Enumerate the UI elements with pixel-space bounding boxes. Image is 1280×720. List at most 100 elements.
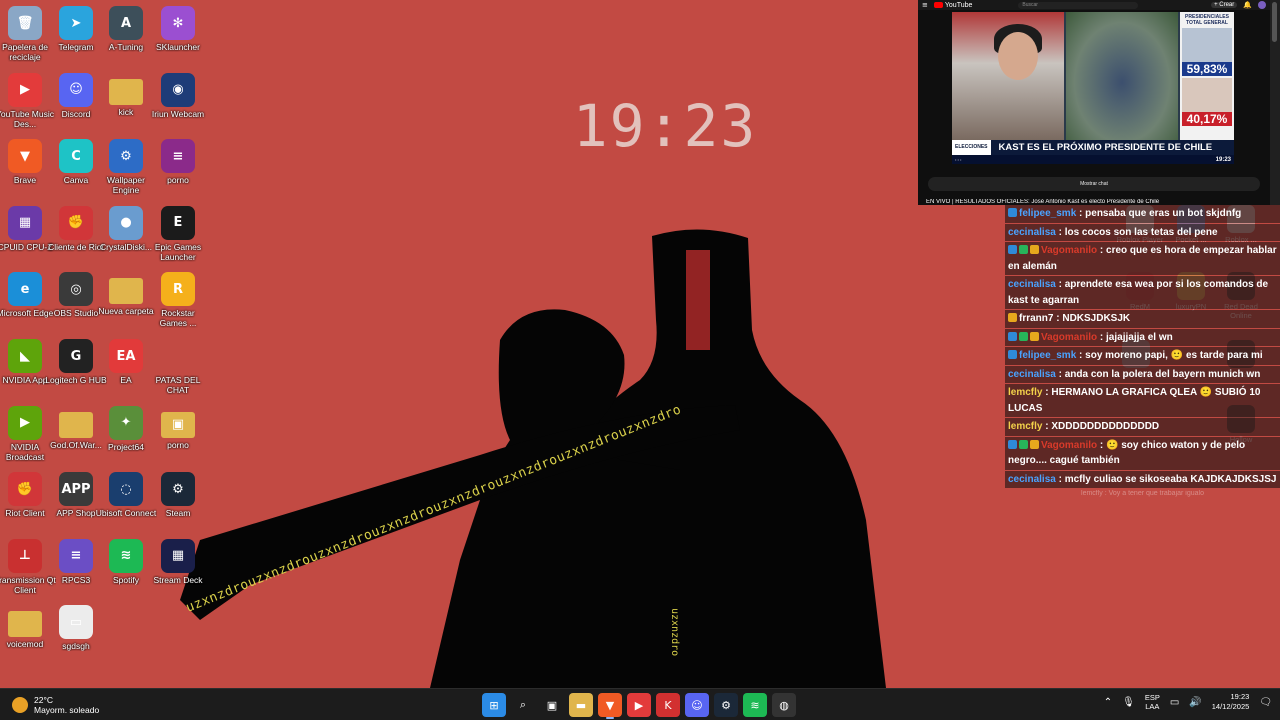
taskbar-date: 14/12/2025 — [1211, 702, 1250, 711]
desktop-icon[interactable]: PATAS DEL CHAT — [147, 337, 209, 401]
chat-text: XDDDDDDDDDDDDDD — [1051, 421, 1160, 432]
youtube-logo[interactable]: YouTube — [933, 2, 972, 9]
taskbar: 22°C Mayorm. soleado ⊞ ⌕ ▣ ▬ ▼ ▶ K ☺ ⚙ ≋ ◍ ⌃ 🎙 ESP L… — [0, 688, 1280, 720]
desktop-icon-label: Rockstar Games ... — [159, 308, 197, 329]
desktop-icon[interactable]: ⚙ Steam — [147, 470, 209, 534]
windows-start-icon[interactable]: ⊞ — [482, 693, 506, 717]
taskbar-apps: ⊞ ⌕ ▣ ▬ ▼ ▶ K ☺ ⚙ ≋ ◍ — [482, 693, 796, 719]
language-indicator[interactable]: ESP LAA — [1145, 693, 1160, 711]
chat-username: felipee_smk — [1019, 350, 1077, 361]
transmission-icon: ⊥ — [8, 538, 42, 573]
scrollbar-thumb[interactable] — [1272, 2, 1277, 42]
volume-icon[interactable]: 🔊 — [1189, 697, 1201, 708]
chat-text: soy moreno papi, 🙂 es tarde para mi — [1085, 350, 1263, 361]
blue-badge-icon — [1008, 245, 1017, 254]
search-icon[interactable]: ⌕ — [511, 693, 535, 717]
youtube-music-icon[interactable]: ▶ — [627, 693, 651, 717]
microphone-icon[interactable]: 🎙 — [1122, 697, 1135, 708]
project64-icon: ✦ — [109, 405, 143, 440]
telegram-icon: ➤ — [59, 6, 93, 40]
riot-client-icon: ✊ — [59, 205, 93, 240]
desktop-icon[interactable]: ▦ Stream Deck — [147, 537, 209, 601]
desktop-icon-label: Iriun Webcam — [151, 108, 205, 119]
chat-message: frrann7 : NDKSJDKSJK — [1005, 310, 1280, 328]
desktop-icon-label: Stream Deck — [153, 574, 203, 585]
spotify-icon: ≋ — [109, 538, 143, 573]
create-button[interactable]: + Crear — [1211, 2, 1238, 8]
blank-file-icon — [161, 339, 195, 373]
chat-message: Vagomanilo : 🙂 soy chico waton y de pelo… — [1005, 436, 1280, 470]
image-file-icon: ▭ — [59, 605, 93, 640]
stream-window[interactable]: ≡ YouTube Buscar + Crear 🔔 PRESIDENCIALE… — [918, 0, 1270, 205]
blue-badge-icon — [1008, 331, 1017, 341]
chat-separator: : — [1053, 313, 1063, 324]
video-player[interactable]: PRESIDENCIALES TOTAL GENERAL 59,83% 40,1… — [952, 12, 1234, 164]
desktop-icon-label: Epic Games Launcher — [154, 241, 202, 262]
folder-icon — [109, 278, 143, 305]
folder-icon — [59, 411, 93, 438]
ticker-dots: • • • — [955, 157, 962, 162]
desktop-icon[interactable]: ▣ porno — [147, 404, 209, 468]
file-explorer-icon[interactable]: ▬ — [569, 693, 593, 717]
stream-deck-icon: ▦ — [161, 538, 195, 573]
gold-badge-icon — [1008, 313, 1017, 322]
steam-icon[interactable]: ⚙ — [714, 693, 738, 717]
chat-separator: : — [1055, 368, 1065, 380]
network-icon[interactable]: ▭ — [1170, 697, 1179, 708]
green-badge-icon — [1019, 245, 1028, 254]
spotify-icon[interactable]: ≋ — [743, 693, 767, 717]
chat-message: felipee_smk : soy moreno papi, 🙂 es tard… — [1005, 347, 1280, 365]
task-view-icon[interactable]: ▣ — [540, 693, 564, 717]
rockstar-icon: R — [161, 272, 195, 307]
cpu-z-icon: ▦ — [8, 205, 42, 240]
desktop-icon-label: porno — [167, 175, 189, 186]
chat-username: felipee_smk — [1019, 208, 1077, 219]
clock-date[interactable]: 19:23 14/12/2025 — [1212, 692, 1250, 712]
logitech-icon: G — [59, 339, 93, 373]
chat-separator: : — [1097, 331, 1107, 343]
chrome-app-icon[interactable]: ◍ — [772, 693, 796, 717]
menu-icon[interactable]: ≡ — [922, 1, 928, 9]
discord-icon: ☺ — [59, 72, 93, 107]
chat-text: jajajjajja el wn — [1106, 331, 1173, 343]
app-red-icon[interactable]: K — [656, 693, 680, 717]
desktop-icon[interactable]: ◉ Iriun Webcam — [147, 71, 209, 135]
search-input[interactable]: Buscar — [1018, 1, 1139, 9]
chat-username: lemcfly — [1008, 387, 1043, 398]
ea-icon: EA — [109, 339, 143, 373]
avatar[interactable] — [1258, 1, 1266, 9]
desktop-icon-label: PATAS DEL CHAT — [155, 375, 201, 395]
banner-tag: ELECCIONES — [952, 140, 991, 155]
brave-icon[interactable]: ▼ — [598, 693, 622, 719]
chat-separator: : — [1097, 439, 1107, 451]
election-results-panel: PRESIDENCIALES TOTAL GENERAL 59,83% 40,1… — [1180, 12, 1234, 140]
chat-message: felipee_smk : pensaba que eras un bot sk… — [1005, 205, 1280, 223]
desktop-icon[interactable]: ✻ SKlauncher — [147, 4, 209, 68]
steam-icon: ⚙ — [161, 472, 195, 507]
stream-scrollbar[interactable] — [1270, 0, 1280, 205]
desktop-icon[interactable]: ▭ sgdsgh — [45, 603, 107, 667]
chat-text: NDKSJDKSJK — [1062, 313, 1131, 324]
edge-icon: e — [8, 272, 42, 307]
green-badge-icon — [1019, 439, 1028, 449]
notification-icon[interactable]: 🗨 — [1259, 697, 1272, 708]
video-scene-crowd — [1066, 12, 1178, 140]
show-chat-button[interactable]: Mostrar chat — [928, 177, 1260, 191]
chevron-up-icon[interactable]: ⌃ — [1104, 697, 1112, 708]
riot-client-icon: ✊ — [8, 472, 42, 507]
iriun-webcam-icon: ◉ — [161, 72, 195, 107]
epic-games-icon: E — [161, 205, 195, 240]
desktop-icon[interactable]: R Rockstar Games ... — [147, 270, 209, 334]
discord-icon[interactable]: ☺ — [685, 693, 709, 717]
obs-icon: ◎ — [59, 272, 93, 307]
app-shop-icon: APP — [59, 472, 93, 507]
gold-badge-icon — [1030, 245, 1039, 254]
chat-username: cecinalisa — [1008, 368, 1056, 380]
chat-faded-message: lemcfly : Voy a tener que trabajar igual… — [1081, 490, 1204, 497]
desktop-icon[interactable]: ≡ porno — [147, 137, 209, 201]
system-tray: ⌃ 🎙 ESP LAA ▭ 🔊 19:23 14/12/2025 🗨 — [1104, 692, 1272, 712]
desktop-icon[interactable]: E Epic Games Launcher — [147, 204, 209, 268]
chat-message: cecinalisa : mcfly culiao se sikoseaba K… — [1005, 470, 1280, 488]
weather-widget[interactable]: 22°C Mayorm. soleado — [12, 695, 99, 715]
notifications-icon[interactable]: 🔔 — [1243, 1, 1252, 9]
